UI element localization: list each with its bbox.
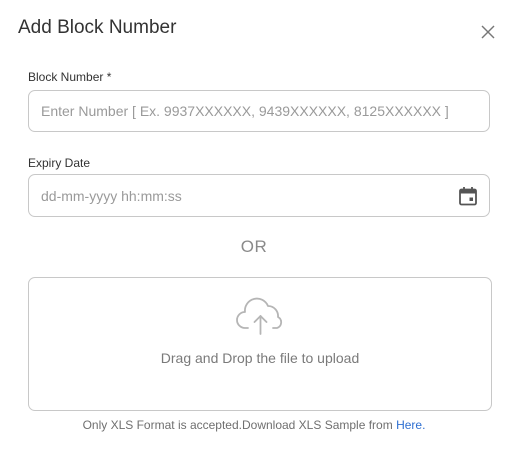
cloud-upload-icon [236, 296, 286, 338]
close-icon[interactable] [478, 22, 498, 42]
block-number-label: Block Number * [28, 70, 112, 84]
block-number-placeholder: Enter Number [ Ex. 9937XXXXXX, 9439XXXXX… [41, 103, 449, 119]
footer-note: Only XLS Format is accepted.Download XLS… [0, 418, 508, 432]
file-drop-zone[interactable]: Drag and Drop the file to upload [28, 277, 492, 411]
drop-zone-text: Drag and Drop the file to upload [160, 350, 360, 366]
expiry-date-input[interactable]: dd-mm-yyyy hh:mm:ss [28, 174, 490, 217]
download-sample-link[interactable]: Here. [396, 418, 425, 432]
or-separator: OR [240, 237, 268, 256]
expiry-date-placeholder: dd-mm-yyyy hh:mm:ss [41, 187, 182, 204]
expiry-date-label: Expiry Date [28, 156, 91, 170]
footer-text: Only XLS Format is accepted.Download XLS… [82, 418, 397, 432]
block-number-input[interactable]: Enter Number [ Ex. 9937XXXXXX, 9439XXXXX… [28, 90, 490, 132]
calendar-icon[interactable] [457, 185, 479, 207]
dialog-title: Add Block Number [18, 17, 177, 38]
